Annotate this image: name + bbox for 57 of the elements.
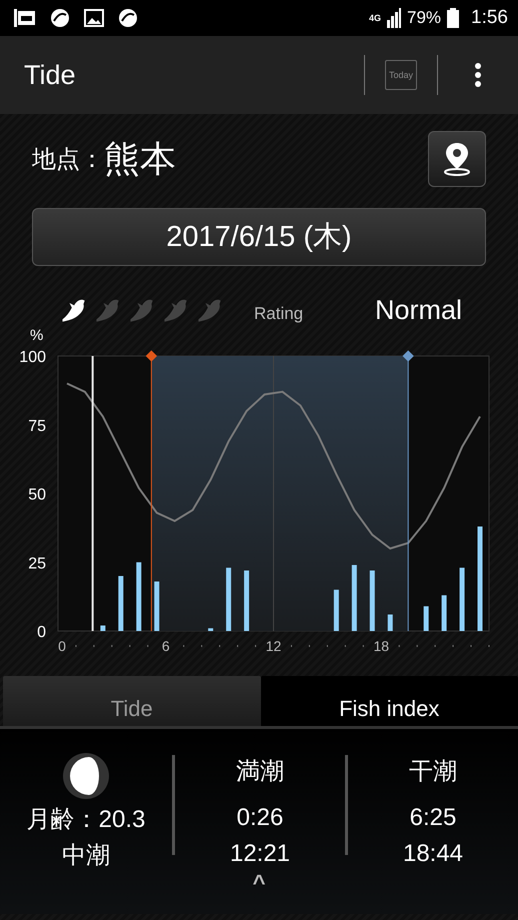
axis-label: 0	[37, 624, 46, 641]
location-label: 地点：	[32, 145, 104, 175]
axis-label: 18	[373, 638, 390, 654]
axis-label: 0	[58, 638, 66, 654]
marker-icon	[402, 350, 414, 362]
marker-icon	[146, 350, 158, 362]
map-pin-icon	[442, 141, 472, 177]
rating-label: Rating	[254, 304, 304, 324]
fish-index-bar	[208, 628, 214, 631]
expand-button[interactable]: ^	[252, 875, 266, 891]
high-tide-time: 12:21	[230, 839, 290, 869]
date-button[interactable]: 2017/6/15 (木)	[32, 208, 486, 266]
fish-index-bar	[388, 614, 393, 631]
fish-index-bar	[154, 582, 160, 631]
network-type: 4G	[368, 13, 381, 23]
today-button[interactable]: Today	[385, 60, 417, 90]
app-title: Tide	[24, 60, 77, 90]
menu-icon[interactable]	[474, 63, 482, 87]
app-icon	[50, 8, 70, 28]
axis-label: 6	[162, 638, 170, 654]
fish-index-bar	[118, 576, 124, 631]
fish-index-bar	[460, 568, 465, 631]
fish-index-bar	[244, 570, 250, 631]
battery-percent: 79%	[406, 8, 442, 28]
moon-age: 月齢：20.3	[26, 805, 146, 835]
fish-index-bar	[334, 590, 339, 631]
axis-unit: %	[30, 327, 44, 344]
fish-index-bar	[226, 568, 232, 631]
location-name: 熊本	[104, 136, 177, 180]
high-tide-label: 満潮	[236, 757, 284, 787]
fish-index-bar	[100, 626, 106, 631]
fish-index-bar	[352, 565, 357, 631]
fish-index-bar	[442, 595, 447, 631]
low-tide-time: 18:44	[402, 839, 464, 869]
image-icon	[84, 9, 104, 27]
fish-index-bar	[370, 570, 375, 631]
app-icon	[118, 8, 138, 28]
low-tide-time: 6:25	[410, 803, 456, 833]
signal-icon	[386, 8, 401, 28]
tab[interactable]: Tide	[3, 676, 260, 726]
location-button[interactable]	[428, 131, 486, 187]
axis-label: 100	[19, 349, 46, 366]
moon-phase-icon	[63, 753, 109, 799]
axis-label: 75	[28, 418, 46, 435]
high-tide-time: 0:26	[236, 803, 284, 833]
axis-label: 12	[266, 638, 282, 654]
clock: 1:56	[471, 7, 508, 29]
axis-label: 25	[28, 555, 46, 572]
fish-index-bar	[424, 606, 429, 631]
tide-name: 中潮	[62, 841, 110, 871]
tab[interactable]: Fish index	[260, 676, 518, 726]
carrier-icon	[14, 8, 36, 28]
low-tide-label: 干潮	[409, 757, 457, 787]
rating-value: Normal	[374, 294, 462, 326]
battery-icon	[447, 8, 460, 28]
fish-index-bar	[136, 562, 142, 631]
axis-label: 50	[28, 486, 46, 504]
